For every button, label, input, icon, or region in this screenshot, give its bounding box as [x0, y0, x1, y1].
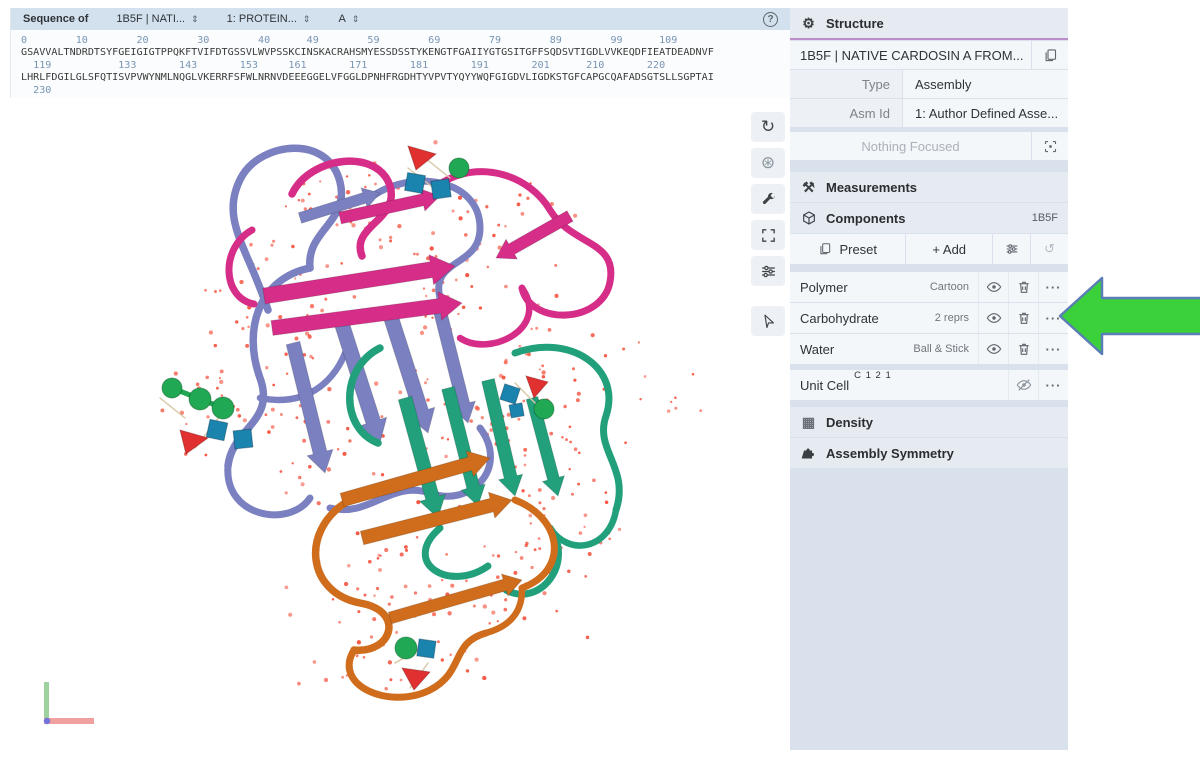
trash-icon[interactable]	[1008, 303, 1038, 333]
trash-icon[interactable]	[1008, 272, 1038, 302]
axes-widget	[44, 682, 94, 724]
type-label: Type	[790, 70, 902, 98]
expand-fullscreen-icon[interactable]	[751, 220, 785, 250]
structure-title-row: 1B5F | NATIVE CARDOSIN A FROM...	[790, 41, 1068, 69]
component-row-polymer[interactable]: Polymer Cartoon ···	[790, 272, 1068, 302]
bookmark-icon	[818, 242, 832, 256]
type-row: Type Assembly	[790, 70, 1068, 98]
viewer-toolbar: ↻ ⊛	[751, 112, 785, 336]
sequence-numbers-row-3: 230	[21, 85, 780, 97]
sequence-numbers-row-1: 0 10 20 30 40 49 59 69 79 89 99 109	[21, 35, 780, 47]
entity-select[interactable]: 1: PROTEIN... ⇕	[227, 13, 311, 25]
help-icon[interactable]: ?	[763, 12, 778, 27]
structure-section-header[interactable]: ⚙ Structure	[790, 8, 1068, 40]
chain-select[interactable]: A ⇕	[338, 13, 359, 25]
components-actions-row: Preset + Add ↺	[790, 234, 1068, 264]
puzzle-piece-icon	[800, 445, 817, 461]
selection-cursor-icon[interactable]	[751, 306, 785, 336]
chevron-updown-icon: ⇕	[303, 14, 311, 25]
screenshot-icon[interactable]: ⊛	[751, 148, 785, 178]
molecule-3d-view[interactable]	[10, 98, 790, 748]
chevron-updown-icon: ⇕	[191, 14, 199, 25]
visibility-eye-icon[interactable]	[978, 272, 1008, 302]
chevron-updown-icon: ⇕	[352, 14, 360, 25]
density-section-header[interactable]: ▦ Density	[790, 407, 1068, 437]
more-options-icon[interactable]: ···	[1038, 370, 1068, 400]
annotation-arrow	[1056, 272, 1200, 362]
structure-header-label: Structure	[826, 16, 884, 31]
components-cube-icon	[800, 210, 817, 226]
focus-target-icon[interactable]	[1032, 132, 1068, 160]
focus-placeholder: Nothing Focused	[790, 132, 1031, 160]
more-options-icon[interactable]: ···	[1038, 272, 1068, 302]
structure-title: 1B5F | NATIVE CARDOSIN A FROM...	[790, 41, 1031, 69]
component-row-carbohydrate[interactable]: Carbohydrate 2 reprs ···	[790, 303, 1068, 333]
unit-cell-spacegroup: C 1 2 1	[854, 370, 892, 400]
focus-row: Nothing Focused	[790, 132, 1068, 160]
component-options-sliders-icon[interactable]	[993, 234, 1030, 264]
sequence-residues-row-1[interactable]: GSAVVALTNDRDTSYFGEIGIGTPPQKFTVIFDTGSSVLW…	[21, 47, 780, 59]
structure-select[interactable]: 1B5F | NATI... ⇕	[116, 13, 198, 25]
visibility-eye-icon[interactable]	[978, 334, 1008, 364]
measurements-header-label: Measurements	[826, 180, 917, 195]
density-header-label: Density	[826, 415, 873, 430]
assembly-symmetry-header-label: Assembly Symmetry	[826, 446, 954, 461]
more-options-icon[interactable]: ···	[1038, 334, 1068, 364]
components-pdb-badge: 1B5F	[1032, 212, 1058, 224]
add-component-button[interactable]: + Add	[906, 234, 992, 264]
asm-id-label: Asm Id	[790, 99, 902, 127]
reset-camera-icon[interactable]: ↻	[751, 112, 785, 142]
section-gap	[790, 160, 1068, 172]
sequence-header-bar: Sequence of 1B5F | NATI... ⇕ 1: PROTEIN.…	[11, 8, 790, 30]
measurements-tools-icon: ⚒	[800, 179, 817, 196]
type-value[interactable]: Assembly	[903, 70, 1068, 98]
section-gap	[790, 400, 1068, 407]
component-row-water[interactable]: Water Ball & Stick ···	[790, 334, 1068, 364]
components-header-label: Components	[826, 211, 905, 226]
density-grid-icon: ▦	[800, 414, 817, 431]
visibility-eye-icon[interactable]	[978, 303, 1008, 333]
section-gap	[790, 364, 1068, 369]
unit-cell-row[interactable]: Unit Cell C 1 2 1 ···	[790, 370, 1068, 400]
trash-icon[interactable]	[1008, 334, 1038, 364]
gear-icon: ⚙	[800, 15, 817, 32]
molecule-canvas[interactable]: ↻ ⊛	[10, 98, 790, 748]
controls-wrench-icon[interactable]	[751, 184, 785, 214]
sequence-of-label: Sequence of	[23, 13, 88, 25]
section-gap	[790, 264, 1068, 271]
history-icon[interactable]: ↺	[1031, 234, 1068, 264]
measurements-section-header[interactable]: ⚒ Measurements	[790, 172, 1068, 202]
visibility-eye-off-icon[interactable]	[1008, 370, 1038, 400]
sequence-residues-row-2[interactable]: LHRLFDGILGLSFQTISVPVWYNMLNQGLVKERRFSFWLN…	[21, 72, 780, 84]
controls-sidebar: ⚙ Structure 1B5F | NATIVE CARDOSIN A FRO…	[790, 8, 1068, 750]
asm-id-value[interactable]: 1: Author Defined Asse...	[903, 99, 1068, 127]
bookmark-icon[interactable]	[1032, 41, 1068, 69]
asm-id-row: Asm Id 1: Author Defined Asse...	[790, 99, 1068, 127]
viewer-settings-icon[interactable]	[751, 256, 785, 286]
preset-button[interactable]: Preset	[790, 234, 905, 264]
polymer-chain-purple[interactable]	[228, 148, 491, 515]
sequence-numbers-row-2: 119 133 143 153 161 171 181 191 201 210 …	[21, 60, 780, 72]
components-section-header[interactable]: Components 1B5F	[790, 203, 1068, 233]
more-options-icon[interactable]: ···	[1038, 303, 1068, 333]
assembly-symmetry-section-header[interactable]: Assembly Symmetry	[790, 438, 1068, 468]
